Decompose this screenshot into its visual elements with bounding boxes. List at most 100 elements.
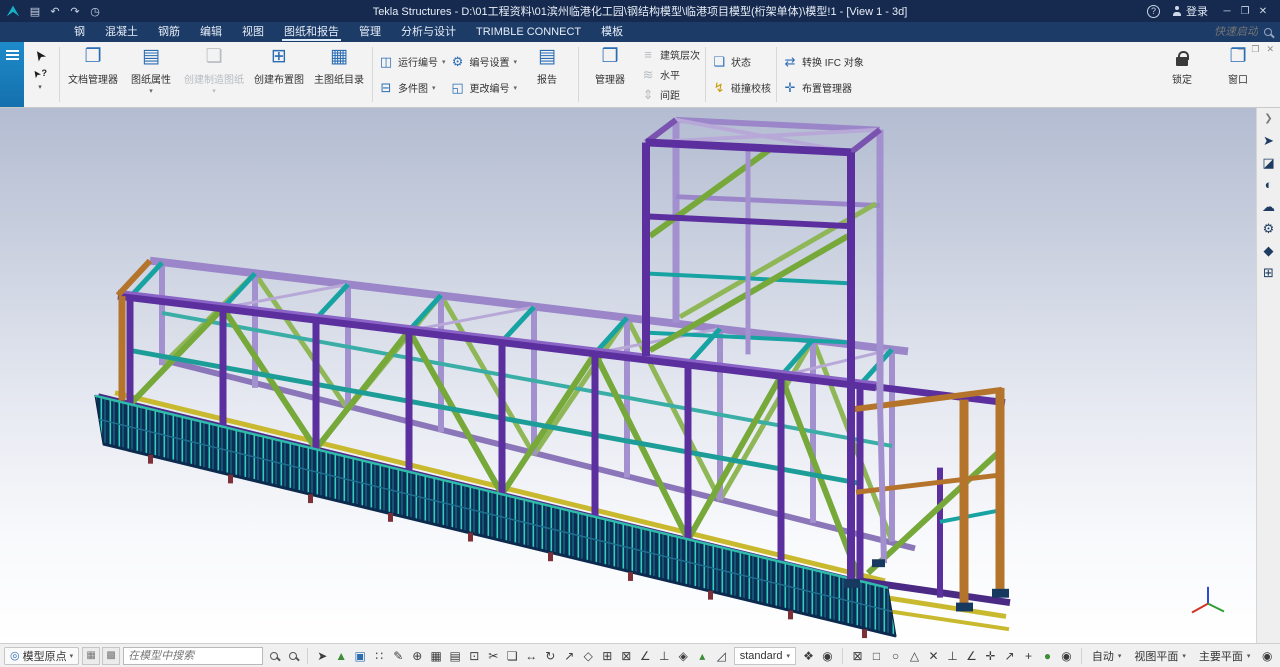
- statusbar-icon[interactable]: ⊞: [598, 647, 617, 665]
- statusbar-icon[interactable]: ⊡: [465, 647, 484, 665]
- snap-toggle-icon[interactable]: ✛: [981, 647, 1000, 665]
- statusbar-icon[interactable]: ◇: [579, 647, 598, 665]
- organizer-button[interactable]: ❒ 管理器: [582, 42, 638, 107]
- statusbar-icon[interactable]: ∠: [636, 647, 655, 665]
- sidebar-icon[interactable]: ⚙: [1263, 222, 1275, 236]
- drawing-properties-button[interactable]: ▤ 图纸属性 ▾: [123, 42, 179, 107]
- building-hierarchy-button[interactable]: ≡ 建筑层次: [640, 46, 700, 64]
- menu-tab[interactable]: 分析与设计: [391, 22, 466, 42]
- layout-manager-button[interactable]: ✛ 布置管理器: [782, 79, 864, 97]
- statusbar-icon[interactable]: ◿: [712, 647, 731, 665]
- statusbar-icon[interactable]: ◈: [674, 647, 693, 665]
- search-model-button[interactable]: [266, 647, 283, 665]
- statusbar-icon[interactable]: ⊥: [655, 647, 674, 665]
- window-control-button[interactable]: ❐: [1238, 6, 1252, 17]
- window-control-button[interactable]: ✕: [1256, 6, 1270, 17]
- model-viewport-3d[interactable]: [0, 108, 1256, 643]
- snap-toggle-icon[interactable]: ✕: [924, 647, 943, 665]
- statusbar-icon[interactable]: ⊠: [617, 647, 636, 665]
- statusbar-icon[interactable]: ▦: [427, 647, 446, 665]
- login-button[interactable]: 登录: [1172, 3, 1208, 19]
- snap-toggle-icon[interactable]: ∠: [962, 647, 981, 665]
- model-search-input[interactable]: [128, 650, 257, 662]
- status-button[interactable]: ❏ 状态: [711, 53, 771, 71]
- menu-tab[interactable]: 模板: [591, 22, 633, 42]
- view-window-control[interactable]: ✕: [1266, 44, 1274, 55]
- chevron-down-icon[interactable]: ▾: [514, 84, 518, 92]
- statusbar-icon[interactable]: ⊕: [408, 647, 427, 665]
- snap-toggle-icon[interactable]: ⊠: [848, 647, 867, 665]
- snap-toggle-icon[interactable]: ●: [1038, 647, 1057, 665]
- sidebar-icon[interactable]: ◪: [1262, 156, 1274, 170]
- menu-tab[interactable]: 编辑: [190, 22, 232, 42]
- menu-tab[interactable]: 钢筋: [148, 22, 190, 42]
- convert-ifc-button[interactable]: ⇄ 转换 IFC 对象: [782, 53, 864, 71]
- statusbar-icon[interactable]: ✎: [389, 647, 408, 665]
- help-icon[interactable]: ?: [1147, 5, 1160, 18]
- statusbar-icon[interactable]: ◉: [818, 647, 837, 665]
- search-icon[interactable]: [1264, 28, 1272, 36]
- reports-button[interactable]: ▤ 报告: [519, 42, 575, 107]
- sidebar-icon[interactable]: ◐: [1265, 178, 1273, 192]
- window-control-button[interactable]: ─: [1220, 6, 1234, 17]
- chevron-down-icon[interactable]: ▾: [149, 87, 153, 95]
- statusbar-icon[interactable]: ❖: [799, 647, 818, 665]
- master-drawing-catalog-button[interactable]: ▦ 主图纸目录: [309, 42, 369, 107]
- visibility-eye-icon[interactable]: ◉: [1258, 647, 1276, 665]
- assembly-drawing-button[interactable]: ⊟ 多件图 ▾: [378, 79, 446, 97]
- select-arrow-icon[interactable]: ➤: [30, 46, 51, 65]
- menu-tab[interactable]: 图纸和报告: [274, 22, 349, 42]
- chevron-down-icon[interactable]: ▾: [432, 84, 436, 92]
- statusbar-icon[interactable]: ↗: [560, 647, 579, 665]
- chevron-down-icon[interactable]: ▾: [514, 58, 518, 66]
- main-menu-button[interactable]: [0, 42, 24, 107]
- level-button[interactable]: ≋ 水平: [640, 66, 700, 84]
- select-help-icon[interactable]: ➤?: [33, 68, 47, 79]
- run-numbering-button[interactable]: ◫ 运行编号 ▾: [378, 53, 446, 71]
- sidebar-icon[interactable]: ⊞: [1263, 266, 1274, 280]
- sidebar-icon[interactable]: ❯: [1264, 112, 1272, 126]
- menu-tab[interactable]: 视图: [232, 22, 274, 42]
- snap-mode-dropdown[interactable]: 自动 ▾: [1087, 647, 1127, 665]
- sidebar-icon[interactable]: ➤: [1263, 134, 1274, 148]
- statusbar-icon[interactable]: ▤: [446, 647, 465, 665]
- statusbar-icon[interactable]: ▲: [332, 647, 351, 665]
- work-plane-dropdown[interactable]: 主要平面 ▾: [1194, 647, 1256, 665]
- snap-toggle-icon[interactable]: □: [867, 647, 886, 665]
- statusbar-toggle-button[interactable]: ▩: [102, 647, 120, 665]
- snap-toggle-icon[interactable]: △: [905, 647, 924, 665]
- coordinate-origin-dropdown[interactable]: ◎ 模型原点 ▾: [4, 647, 79, 665]
- menu-tab[interactable]: TRIMBLE CONNECT: [466, 22, 591, 42]
- statusbar-icon[interactable]: ↔: [522, 647, 541, 665]
- statusbar-icon[interactable]: ∷: [370, 647, 389, 665]
- quick-launch-input[interactable]: [1148, 26, 1258, 38]
- quick-access-icon[interactable]: ◷: [86, 5, 104, 18]
- sidebar-icon[interactable]: ◆: [1264, 244, 1274, 258]
- lock-button[interactable]: 锁定: [1154, 42, 1210, 107]
- tool-caret-icon[interactable]: ▾: [38, 83, 42, 91]
- snap-toggle-icon[interactable]: +: [1019, 647, 1038, 665]
- statusbar-icon[interactable]: ❏: [503, 647, 522, 665]
- snap-toggle-icon[interactable]: ◉: [1057, 647, 1076, 665]
- statusbar-icon[interactable]: ▴: [693, 647, 712, 665]
- menu-tab[interactable]: 管理: [349, 22, 391, 42]
- statusbar-icon[interactable]: ▣: [351, 647, 370, 665]
- menu-tab[interactable]: 混凝土: [95, 22, 148, 42]
- clash-check-button[interactable]: ↯ 碰撞校核: [711, 79, 771, 97]
- spacing-button[interactable]: ⇕ 间距: [640, 86, 700, 104]
- snap-toggle-icon[interactable]: ↗: [1000, 647, 1019, 665]
- numbering-settings-button[interactable]: ⚙ 编号设置 ▾: [450, 53, 518, 71]
- chevron-down-icon[interactable]: ▾: [442, 58, 446, 66]
- deck-railing[interactable]: [95, 396, 896, 638]
- view-window-control[interactable]: ─: [1238, 44, 1244, 55]
- search-scope-button[interactable]: [285, 647, 302, 665]
- statusbar-icon[interactable]: ✂: [484, 647, 503, 665]
- quick-access-icon[interactable]: ▤: [26, 5, 44, 18]
- menu-tab[interactable]: 钢: [64, 22, 95, 42]
- statusbar-icon[interactable]: ↻: [541, 647, 560, 665]
- view-plane-dropdown[interactable]: 视图平面 ▾: [1129, 647, 1191, 665]
- view-window-control[interactable]: ❐: [1251, 44, 1259, 55]
- document-manager-button[interactable]: ❐ 文档管理器: [63, 42, 123, 107]
- statusbar-toggle-button[interactable]: ▦: [82, 647, 100, 665]
- quick-access-icon[interactable]: ↷: [66, 5, 84, 18]
